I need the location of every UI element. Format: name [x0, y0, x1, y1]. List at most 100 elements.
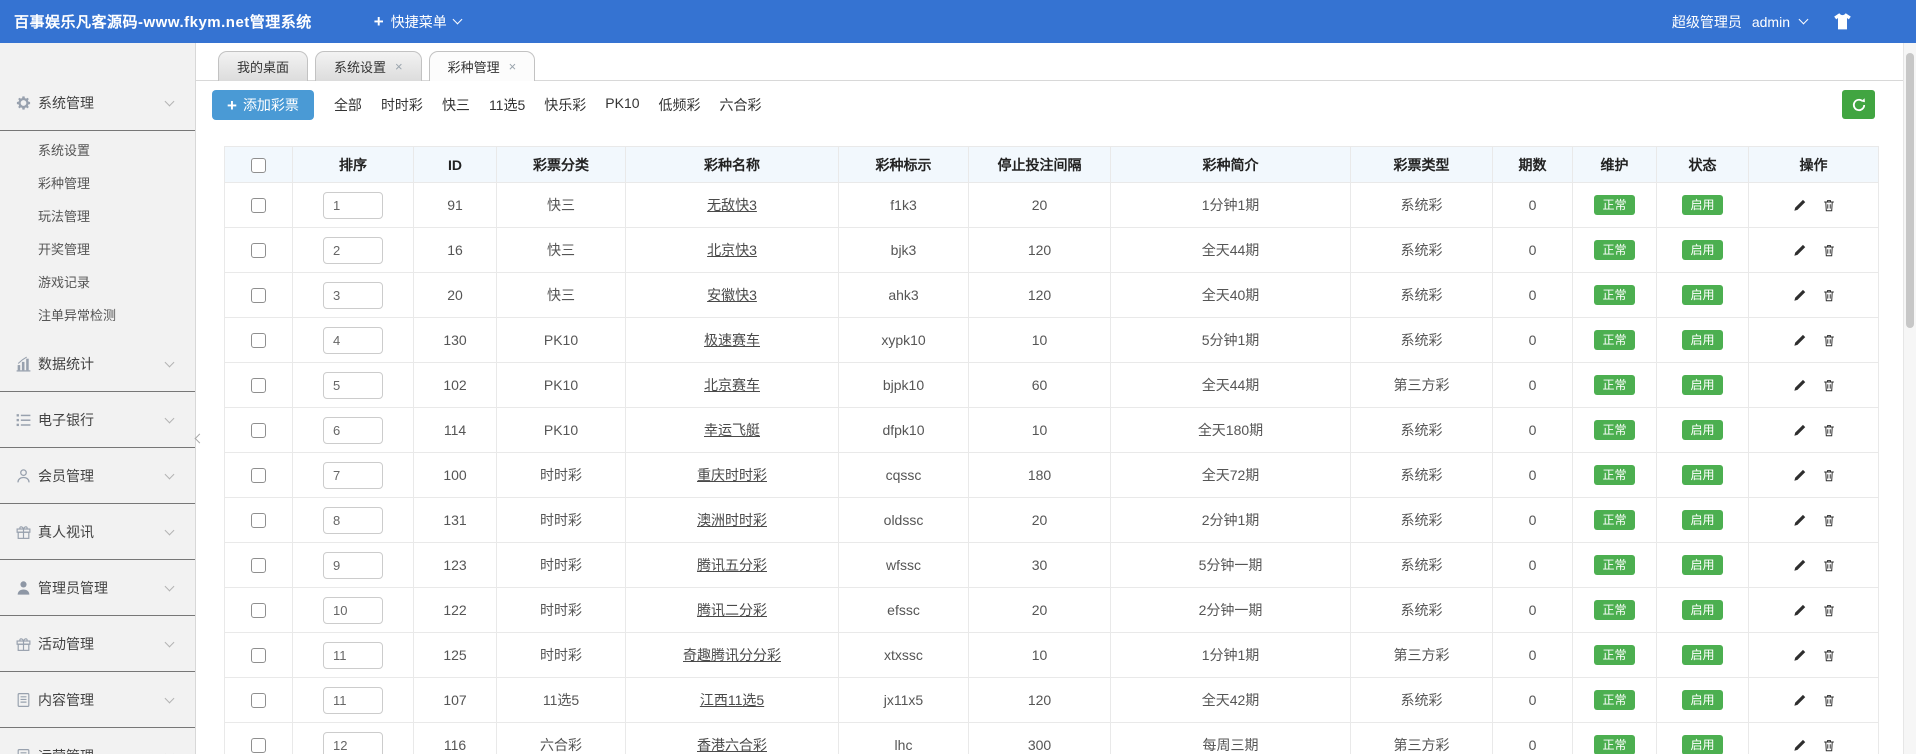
maintain-badge[interactable]: 正常: [1594, 555, 1635, 575]
sort-input[interactable]: [323, 551, 383, 579]
close-icon[interactable]: ×: [395, 60, 403, 73]
delete-icon[interactable]: [1822, 288, 1836, 303]
sidebar-group[interactable]: 内容管理: [0, 672, 195, 728]
delete-icon[interactable]: [1822, 558, 1836, 573]
delete-icon[interactable]: [1822, 378, 1836, 393]
edit-icon[interactable]: [1792, 243, 1807, 258]
theme-tshirt-icon[interactable]: [1833, 13, 1852, 30]
status-badge[interactable]: 启用: [1682, 555, 1723, 575]
row-checkbox[interactable]: [251, 378, 266, 394]
tab[interactable]: 彩种管理 ×: [428, 51, 536, 81]
sidebar-item[interactable]: 系统设置: [0, 134, 195, 167]
edit-icon[interactable]: [1792, 288, 1807, 303]
sort-input[interactable]: [323, 596, 383, 624]
edit-icon[interactable]: [1792, 423, 1807, 438]
row-checkbox[interactable]: [251, 333, 266, 349]
row-checkbox[interactable]: [251, 468, 266, 484]
status-badge[interactable]: 启用: [1682, 285, 1723, 305]
lottery-name-link[interactable]: 奇趣腾讯分分彩: [683, 647, 781, 663]
sidebar-group[interactable]: 运营管理: [0, 728, 195, 754]
lottery-name-link[interactable]: 极速赛车: [704, 332, 760, 348]
maintain-badge[interactable]: 正常: [1594, 465, 1635, 485]
status-badge[interactable]: 启用: [1682, 645, 1723, 665]
sort-input[interactable]: [323, 326, 383, 354]
delete-icon[interactable]: [1822, 693, 1836, 708]
edit-icon[interactable]: [1792, 198, 1807, 213]
filter-link[interactable]: 时时彩: [381, 95, 423, 115]
status-badge[interactable]: 启用: [1682, 420, 1723, 440]
filter-link[interactable]: PK10: [605, 95, 639, 115]
sort-input[interactable]: [323, 236, 383, 264]
maintain-badge[interactable]: 正常: [1594, 330, 1635, 350]
sidebar-collapse-handle[interactable]: [193, 423, 205, 453]
row-checkbox[interactable]: [251, 693, 266, 709]
maintain-badge[interactable]: 正常: [1594, 240, 1635, 260]
edit-icon[interactable]: [1792, 648, 1807, 663]
sort-input[interactable]: [323, 281, 383, 309]
filter-link[interactable]: 快三: [442, 95, 470, 115]
filter-link[interactable]: 全部: [334, 95, 362, 115]
sort-input[interactable]: [323, 191, 383, 219]
row-checkbox[interactable]: [251, 738, 266, 754]
status-badge[interactable]: 启用: [1682, 690, 1723, 710]
lottery-name-link[interactable]: 香港六合彩: [697, 737, 767, 753]
maintain-badge[interactable]: 正常: [1594, 375, 1635, 395]
maintain-badge[interactable]: 正常: [1594, 645, 1635, 665]
edit-icon[interactable]: [1792, 603, 1807, 618]
sidebar-group[interactable]: 管理员管理: [0, 560, 195, 616]
status-badge[interactable]: 启用: [1682, 240, 1723, 260]
lottery-name-link[interactable]: 幸运飞艇: [704, 422, 760, 438]
edit-icon[interactable]: [1792, 513, 1807, 528]
sidebar-group[interactable]: 电子银行: [0, 392, 195, 448]
lottery-name-link[interactable]: 江西11选5: [700, 692, 764, 708]
lottery-name-link[interactable]: 北京快3: [707, 242, 757, 258]
edit-icon[interactable]: [1792, 468, 1807, 483]
status-badge[interactable]: 启用: [1682, 465, 1723, 485]
row-checkbox[interactable]: [251, 603, 266, 619]
delete-icon[interactable]: [1822, 738, 1836, 753]
sidebar-group[interactable]: 活动管理: [0, 616, 195, 672]
sidebar-group[interactable]: 系统管理: [0, 75, 195, 131]
sort-input[interactable]: [323, 371, 383, 399]
tab[interactable]: 系统设置 ×: [315, 51, 422, 81]
row-checkbox[interactable]: [251, 648, 266, 664]
row-checkbox[interactable]: [251, 243, 266, 259]
delete-icon[interactable]: [1822, 333, 1836, 348]
sort-input[interactable]: [323, 686, 383, 714]
sidebar-group[interactable]: 数据统计: [0, 336, 195, 392]
user-menu[interactable]: 超级管理员 admin: [1672, 12, 1809, 32]
lottery-name-link[interactable]: 北京赛车: [704, 377, 760, 393]
row-checkbox[interactable]: [251, 198, 266, 214]
delete-icon[interactable]: [1822, 198, 1836, 213]
filter-link[interactable]: 六合彩: [720, 95, 762, 115]
filter-link[interactable]: 快乐彩: [544, 95, 586, 115]
edit-icon[interactable]: [1792, 378, 1807, 393]
status-badge[interactable]: 启用: [1682, 330, 1723, 350]
refresh-button[interactable]: [1842, 90, 1875, 119]
close-icon[interactable]: ×: [509, 60, 517, 73]
edit-icon[interactable]: [1792, 738, 1807, 753]
sidebar-item[interactable]: 注单异常检测: [0, 299, 195, 332]
status-badge[interactable]: 启用: [1682, 735, 1723, 754]
delete-icon[interactable]: [1822, 423, 1836, 438]
delete-icon[interactable]: [1822, 243, 1836, 258]
delete-icon[interactable]: [1822, 603, 1836, 618]
sidebar-group[interactable]: 真人视讯: [0, 504, 195, 560]
sidebar-item[interactable]: 游戏记录: [0, 266, 195, 299]
lottery-name-link[interactable]: 腾讯五分彩: [697, 557, 767, 573]
delete-icon[interactable]: [1822, 513, 1836, 528]
status-badge[interactable]: 启用: [1682, 375, 1723, 395]
sidebar-item[interactable]: 开奖管理: [0, 233, 195, 266]
maintain-badge[interactable]: 正常: [1594, 420, 1635, 440]
filter-link[interactable]: 11选5: [489, 95, 525, 115]
select-all-checkbox[interactable]: [251, 157, 266, 173]
add-lottery-button[interactable]: + 添加彩票: [212, 90, 314, 120]
row-checkbox[interactable]: [251, 288, 266, 304]
sort-input[interactable]: [323, 461, 383, 489]
edit-icon[interactable]: [1792, 693, 1807, 708]
row-checkbox[interactable]: [251, 423, 266, 439]
delete-icon[interactable]: [1822, 648, 1836, 663]
status-badge[interactable]: 启用: [1682, 195, 1723, 215]
maintain-badge[interactable]: 正常: [1594, 510, 1635, 530]
status-badge[interactable]: 启用: [1682, 510, 1723, 530]
